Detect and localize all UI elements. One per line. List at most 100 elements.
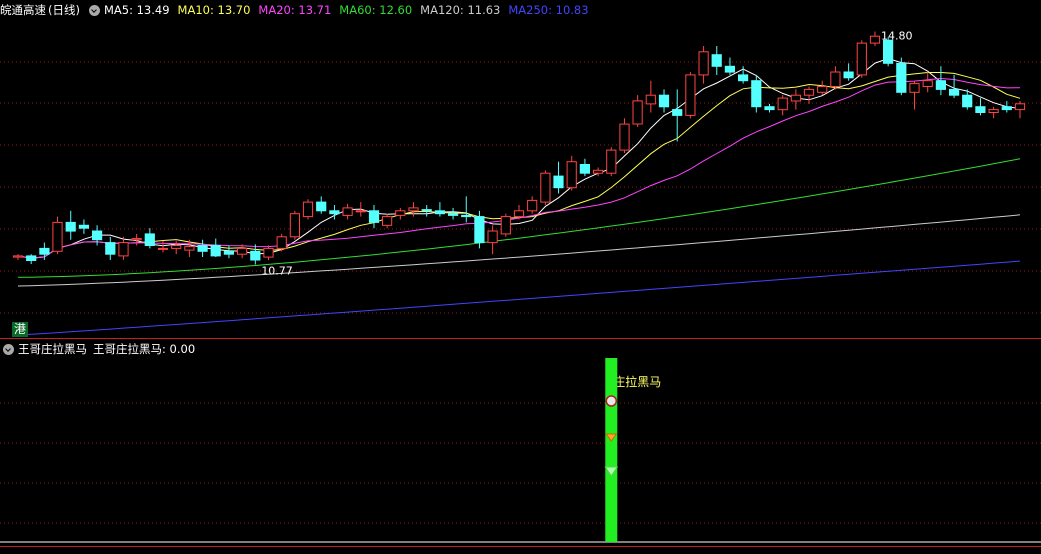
chart-period: (日线) — [48, 3, 80, 17]
candle — [105, 236, 116, 260]
dropdown-icon[interactable] — [3, 343, 14, 355]
candle — [817, 80, 828, 96]
candle-body — [843, 71, 854, 79]
candle — [52, 216, 63, 255]
ma-label-ma20: MA20: 13.71 — [258, 3, 332, 17]
candle — [738, 66, 749, 84]
candle-body — [751, 80, 762, 108]
candles — [12, 31, 1026, 265]
candle-body — [474, 216, 485, 244]
candle-body — [1001, 106, 1012, 111]
candle — [302, 199, 314, 220]
candle-body — [698, 51, 709, 76]
candle — [263, 245, 274, 260]
indicator-value: 王哥庄拉黑马: 0.00 — [93, 342, 196, 356]
candle-body — [39, 247, 50, 255]
candle-body — [329, 210, 340, 215]
candle — [790, 89, 801, 110]
candle — [210, 238, 221, 258]
candle — [474, 210, 485, 249]
candle-body — [395, 210, 406, 216]
candle-body — [302, 201, 314, 218]
candle-body — [527, 199, 538, 212]
candle — [368, 205, 380, 229]
main-chart-header: 皖通高速 (日线) MA5: 13.49 MA10: 13.70 MA20: 13.… — [0, 1, 1041, 19]
candle-body — [65, 221, 76, 232]
candle-body — [408, 207, 419, 212]
stock-name[interactable]: 皖通高速 — [0, 2, 46, 18]
candle-body — [421, 209, 432, 212]
candle-body — [988, 109, 999, 113]
candle-body — [250, 250, 261, 261]
candle — [896, 57, 907, 96]
candle — [988, 106, 999, 119]
indicator-name[interactable]: 王哥庄拉黑马 — [18, 341, 87, 357]
candle — [922, 72, 933, 93]
candle-body — [619, 123, 630, 151]
candle-body — [724, 65, 735, 73]
dropdown-icon[interactable] — [88, 4, 100, 16]
candle-body — [289, 213, 300, 238]
candle-body — [790, 94, 801, 102]
candle — [65, 210, 76, 240]
candle — [316, 196, 327, 214]
candle-body — [949, 88, 960, 96]
candle-body — [975, 106, 986, 113]
candle-body — [316, 201, 327, 212]
candle-body — [184, 246, 195, 251]
candle-body — [382, 216, 393, 226]
ma-label-ma120: MA120: 11.63 — [420, 3, 501, 17]
candle-body — [487, 230, 498, 244]
candle — [223, 245, 235, 259]
ma-label-ma250: MA250: 10.83 — [508, 3, 589, 17]
candle-body — [26, 255, 37, 261]
candle-body — [817, 86, 828, 93]
candle-body — [157, 247, 169, 250]
candle — [935, 66, 946, 96]
candle — [645, 80, 656, 113]
candle-body — [263, 247, 274, 258]
candle-body — [197, 245, 208, 252]
ma-label-ma60: MA60: 12.60 — [339, 3, 413, 17]
candle-body — [131, 238, 142, 241]
candle — [408, 202, 419, 217]
candle-body — [461, 214, 472, 218]
ma250-line — [17, 260, 1021, 336]
candle — [777, 95, 788, 116]
candle-body — [909, 83, 920, 93]
candle — [975, 98, 986, 116]
candle-body — [342, 207, 353, 216]
candle — [658, 89, 670, 113]
kline-chart[interactable]: 14.80 10.77 庄拉黑马 皖通高速 (日线) MA5: 13.49 MA1… — [0, 0, 1041, 550]
high-marker-label: 14.80 — [881, 30, 913, 43]
hk-connect-badge: 港 — [12, 322, 29, 337]
ma-label-ma10: MA10: 13.70 — [177, 3, 251, 17]
candle-body — [105, 242, 116, 255]
candle-body — [869, 35, 881, 44]
candle-body — [1014, 103, 1026, 111]
candle-body — [883, 39, 894, 64]
indicator-panel: 庄拉黑马 — [0, 358, 1041, 543]
candle-body — [830, 71, 841, 87]
candle — [434, 202, 445, 217]
candle — [1014, 100, 1026, 119]
candle-body — [92, 230, 103, 241]
candle-body — [368, 210, 380, 223]
candle-body — [500, 216, 511, 235]
candle — [843, 63, 854, 81]
candle — [527, 196, 538, 214]
indicator-header: 王哥庄拉黑马 王哥庄拉黑马: 0.00 — [0, 340, 1041, 358]
candle — [250, 244, 261, 265]
candle — [118, 236, 129, 260]
candle — [909, 80, 920, 110]
candle-body — [935, 80, 946, 90]
candle — [803, 86, 815, 104]
candle — [856, 40, 867, 78]
candle-body — [566, 161, 577, 189]
candle-body — [513, 210, 525, 218]
candle — [764, 103, 775, 113]
candle — [395, 207, 406, 220]
candle — [197, 239, 208, 258]
low-marker-label: 10.77 — [261, 265, 293, 278]
candle-body — [579, 164, 590, 174]
